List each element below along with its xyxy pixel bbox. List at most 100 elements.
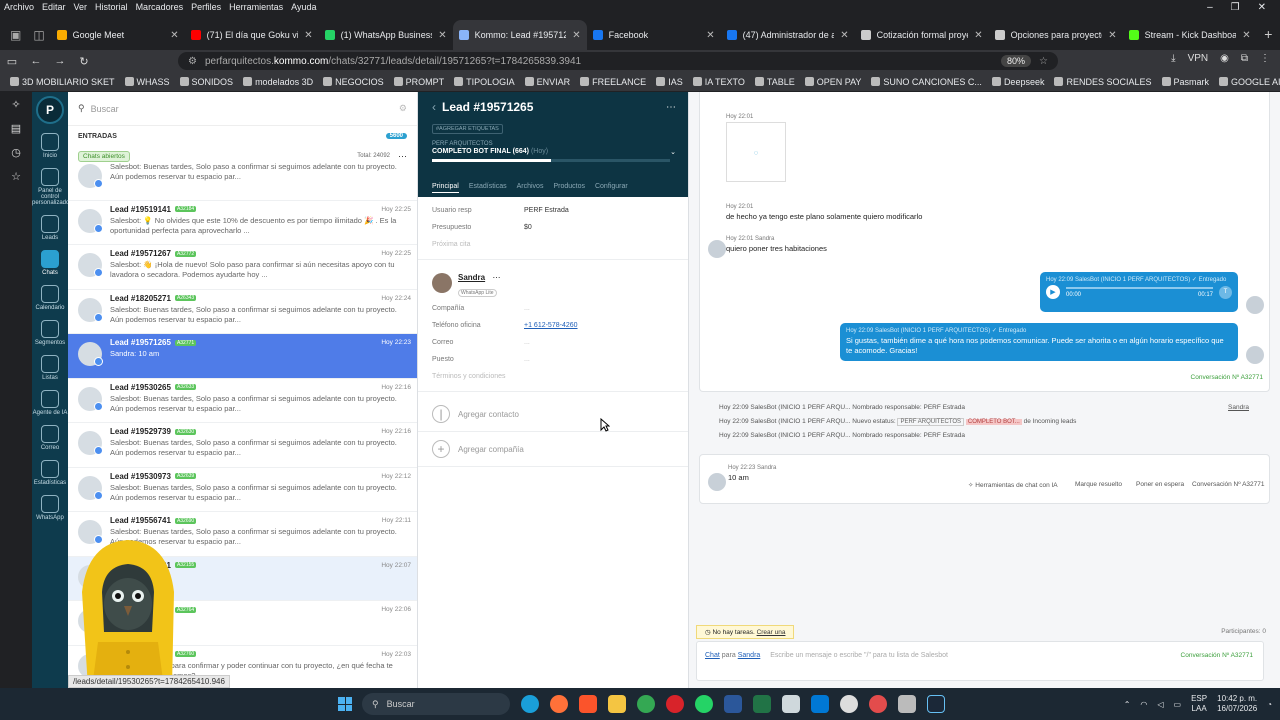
bookmark-item[interactable]: TABLE [754,77,795,87]
address-bar[interactable]: ⚙ perfarquitectos. kommo.com/chats/32771/… [178,52,1058,70]
zoom-badge[interactable]: 80% [1001,55,1032,67]
wifi-icon[interactable]: ◠ [1140,700,1147,709]
new-tab-icon[interactable]: + [1257,26,1280,42]
site-settings-icon[interactable]: ⚙ [188,56,197,67]
menu-ver[interactable]: Ver [70,2,92,12]
bookmark-item[interactable]: IA TEXTO [692,77,745,87]
bookmark-item[interactable]: IAS [656,77,683,87]
minimize-icon[interactable]: – [1207,2,1213,13]
bookmark-item[interactable]: TIPOLOGIA [454,77,515,87]
conversation-link[interactable]: Conversación Nº A32771 [1181,652,1253,659]
edge-icon[interactable] [521,695,539,713]
bookmark-item[interactable]: PROMPT [393,77,444,87]
lead-tab[interactable]: Archivos [517,183,544,193]
taskbar-search[interactable]: ⚲ Buscar [362,693,510,715]
nav-item[interactable]: WhatsApp [32,490,68,525]
create-task-link[interactable]: Crear una [757,629,786,636]
contact-menu-icon[interactable]: ⋯ [492,273,500,282]
close-tab-icon[interactable]: ✕ [170,30,178,41]
bookmark-item[interactable]: SUNO CANCIONES C... [871,77,982,87]
sidebar-toggle-icon[interactable]: ▭ [0,55,24,68]
word-icon[interactable] [724,695,742,713]
reload-icon[interactable]: ↻ [72,55,96,68]
chat-list-item[interactable]: Lead #19529739 A32630 Hoy 22:16 Salesbot: B… [68,423,417,468]
add-tags-button[interactable]: #AGREGAR ETIQUETAS [432,124,503,134]
bookmark-item[interactable]: FREELANCE [580,77,646,87]
nav-item[interactable]: Chats [32,245,68,280]
bookmark-item[interactable]: ENVIAR [524,77,570,87]
bookmark-item[interactable]: Pasmark [1161,77,1209,87]
windows-start-icon[interactable] [338,697,352,711]
nav-item[interactable]: Inicio [32,128,68,163]
add-company-button[interactable]: + Agregar compañía [418,432,688,467]
menu-editar[interactable]: Editar [38,2,70,12]
nav-item[interactable]: Agente de IA [32,385,68,420]
menu-ayuda[interactable]: Ayuda [287,2,320,12]
bookmark-item[interactable]: NEGOCIOS [323,77,384,87]
nav-item[interactable]: Listas [32,350,68,385]
field-value[interactable]: +1 612-578-4260 [524,322,578,331]
volume-icon[interactable]: ◁ [1157,700,1163,709]
field-value[interactable]: PERF Estrada [524,207,569,216]
vscode-icon[interactable] [811,695,829,713]
menu-marcadores[interactable]: Marcadores [132,2,188,12]
excel-icon[interactable] [753,695,771,713]
bookmark-item[interactable]: modelados 3D [243,77,313,87]
close-tab-icon[interactable]: ✕ [840,30,848,41]
chat-list-item[interactable]: Lead #19571267 A32772 Hoy 22:25 Salesbot: 👋… [68,245,417,290]
nav-item[interactable]: Correo [32,420,68,455]
bookmark-item[interactable]: GOOGLE AI STUIO TE... [1219,77,1280,87]
whatsapp-icon[interactable] [695,695,713,713]
menu-herramientas[interactable]: Herramientas [225,2,287,12]
browser-tab[interactable]: Facebook ✕ [587,20,721,50]
chat-list-item[interactable]: Lead #19519141 A32184 Hoy 22:25 Salesbot: 💡… [68,201,417,245]
field-value[interactable]: ... [524,339,530,348]
forward-icon[interactable]: → [48,55,72,67]
brave-icon[interactable] [579,695,597,713]
battery-icon[interactable]: ▭ [1174,700,1182,709]
firefox-icon[interactable] [550,695,568,713]
kommo-logo[interactable]: P [36,96,64,124]
close-tab-icon[interactable]: ✕ [438,30,446,41]
app-icon[interactable] [840,695,858,713]
menu-perfiles[interactable]: Perfiles [187,2,225,12]
browser-tab[interactable]: Stream - Kick Dashboard ✕ [1123,20,1257,50]
conversation-link[interactable]: Conversación Nº A32771 [1192,481,1264,488]
browser-tab[interactable]: (47) Administrador de anu ✕ [721,20,855,50]
message-input[interactable]: Escribe un mensaje o escribe "/" para tu… [770,652,948,659]
lead-tab[interactable]: Principal [432,183,459,193]
extensions-icon[interactable]: ⧉ [1241,53,1248,64]
chevron-down-icon[interactable]: ⌄ [670,148,676,156]
close-tab-icon[interactable]: ✕ [974,30,982,41]
close-tab-icon[interactable]: ✕ [572,30,580,41]
close-tab-icon[interactable]: ✕ [1242,30,1250,41]
chat-search[interactable]: ⚲ Buscar ⚙ [68,92,417,126]
notepad-icon[interactable] [782,695,800,713]
add-contact-button[interactable]: | Agregar contacto [418,397,688,432]
pipeline-stage[interactable]: COMPLETO BOT FINAL (664) (Hoy) ⌄ [432,148,676,156]
image-thumbnail[interactable]: ◌ [726,122,786,182]
close-tab-icon[interactable]: ✕ [706,30,714,41]
system-clock[interactable]: 10:42 p. m. 16/07/2026 [1217,694,1257,714]
browser-tab[interactable]: Kommo: Lead #19571265 ✕ [452,20,587,50]
back-icon[interactable]: ← [24,55,48,67]
bookmark-item[interactable]: RENDES SOCIALES [1054,77,1152,87]
bookmark-item[interactable]: OPEN PAY [804,77,861,87]
chat-list-item[interactable]: Lead #18205271 A26343 Hoy 22:24 Salesbot: B… [68,290,417,334]
browser-tab[interactable]: Opciones para proyecto vi ✕ [989,20,1123,50]
audio-progress-track[interactable] [1066,286,1213,289]
history-icon[interactable]: ◷ [0,140,32,164]
lead-tab[interactable]: Estadísticas [469,183,507,193]
aria-icon[interactable]: ✧ [0,92,32,116]
lead-title[interactable]: Lead #19571265 [442,100,533,114]
message-composer[interactable]: Chat para Sandra Escribe un mensaje o es… [696,641,1264,681]
davinci-icon[interactable] [869,695,887,713]
nav-item[interactable]: Calendario [32,280,68,315]
opera-icon[interactable] [666,695,684,713]
browser-tab[interactable]: Google Meet ✕ [51,20,185,50]
restore-icon[interactable]: ❐ [1231,2,1240,13]
back-chevron-icon[interactable]: ‹ [432,100,436,114]
transcribe-icon[interactable]: T [1219,285,1232,299]
tab-actions-icon[interactable]: ▣ [4,20,27,50]
profile-icon[interactable]: ◉ [1220,53,1229,64]
